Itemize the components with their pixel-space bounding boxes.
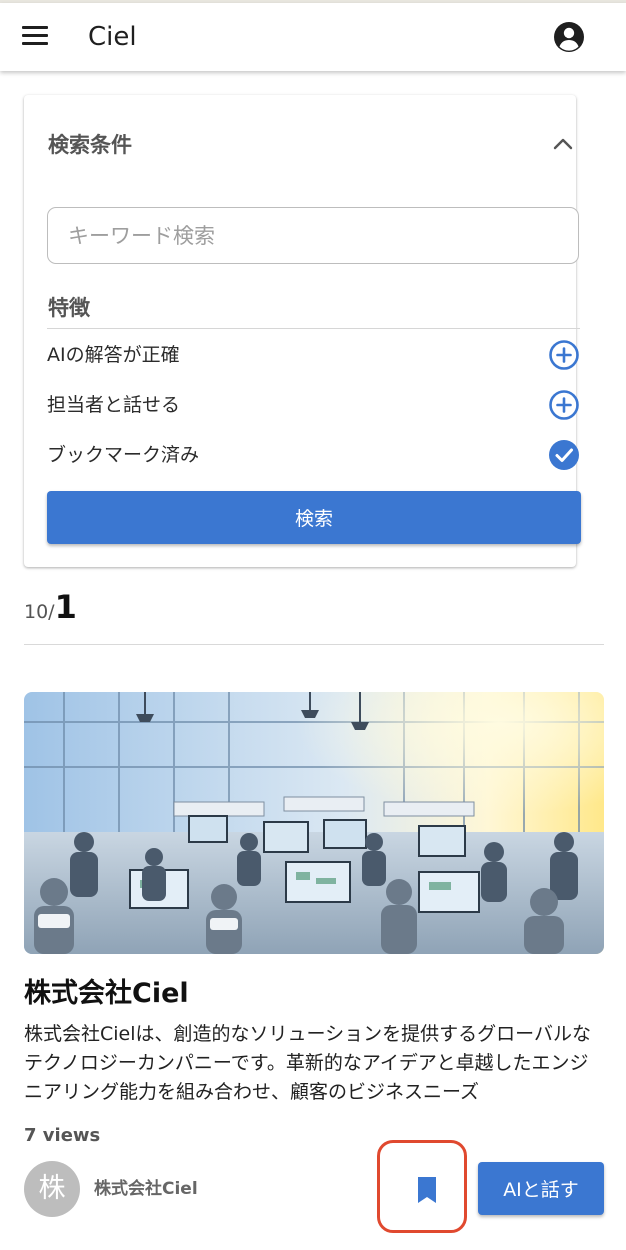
company-name[interactable]: 株式会社Ciel <box>24 976 189 1012</box>
result-count: 10/1 <box>24 588 77 634</box>
features-heading: 特徴 <box>48 296 90 320</box>
talk-to-ai-button[interactable]: AIと話す <box>478 1162 604 1215</box>
plus-circle-icon[interactable] <box>548 389 580 421</box>
keyword-search-input[interactable] <box>47 207 579 264</box>
result-divider <box>24 644 604 645</box>
owner-name: 株式会社Ciel <box>94 1179 198 1199</box>
feature-item-bookmarked[interactable]: ブックマーク済み <box>47 435 580 475</box>
app-bar: Ciel <box>0 3 626 71</box>
feature-label: 担当者と話せる <box>47 394 181 416</box>
feature-item-talk-to-staff[interactable]: 担当者と話せる <box>47 385 580 425</box>
search-conditions-title: 検索条件 <box>48 133 132 157</box>
chevron-up-icon[interactable] <box>552 135 574 153</box>
feature-label: AIの解答が正確 <box>47 344 180 366</box>
menu-icon[interactable] <box>22 26 48 46</box>
bookmark-icon[interactable] <box>402 1165 452 1215</box>
check-circle-icon[interactable] <box>548 439 580 471</box>
search-conditions-card: 検索条件 特徴 AIの解答が正確 担当者と話せる ブックマーク済み 検索 <box>24 95 581 567</box>
app-title: Ciel <box>88 22 137 52</box>
view-count: 7 views <box>24 1125 101 1146</box>
company-description: 株式会社Cielは、創造的なソリューションを提供するグローバルなテクノロジーカン… <box>24 1023 591 1103</box>
features-divider <box>47 328 580 329</box>
result-page: 1 <box>54 588 77 626</box>
account-icon[interactable] <box>553 21 585 53</box>
search-button[interactable]: 検索 <box>47 491 581 544</box>
feature-item-accurate-ai[interactable]: AIの解答が正確 <box>47 335 580 375</box>
plus-circle-icon[interactable] <box>548 339 580 371</box>
result-total: 10/ <box>24 601 55 623</box>
company-image[interactable] <box>24 692 604 954</box>
avatar: 株 <box>24 1161 80 1217</box>
office-illustration <box>24 692 604 954</box>
feature-label: ブックマーク済み <box>47 444 200 466</box>
